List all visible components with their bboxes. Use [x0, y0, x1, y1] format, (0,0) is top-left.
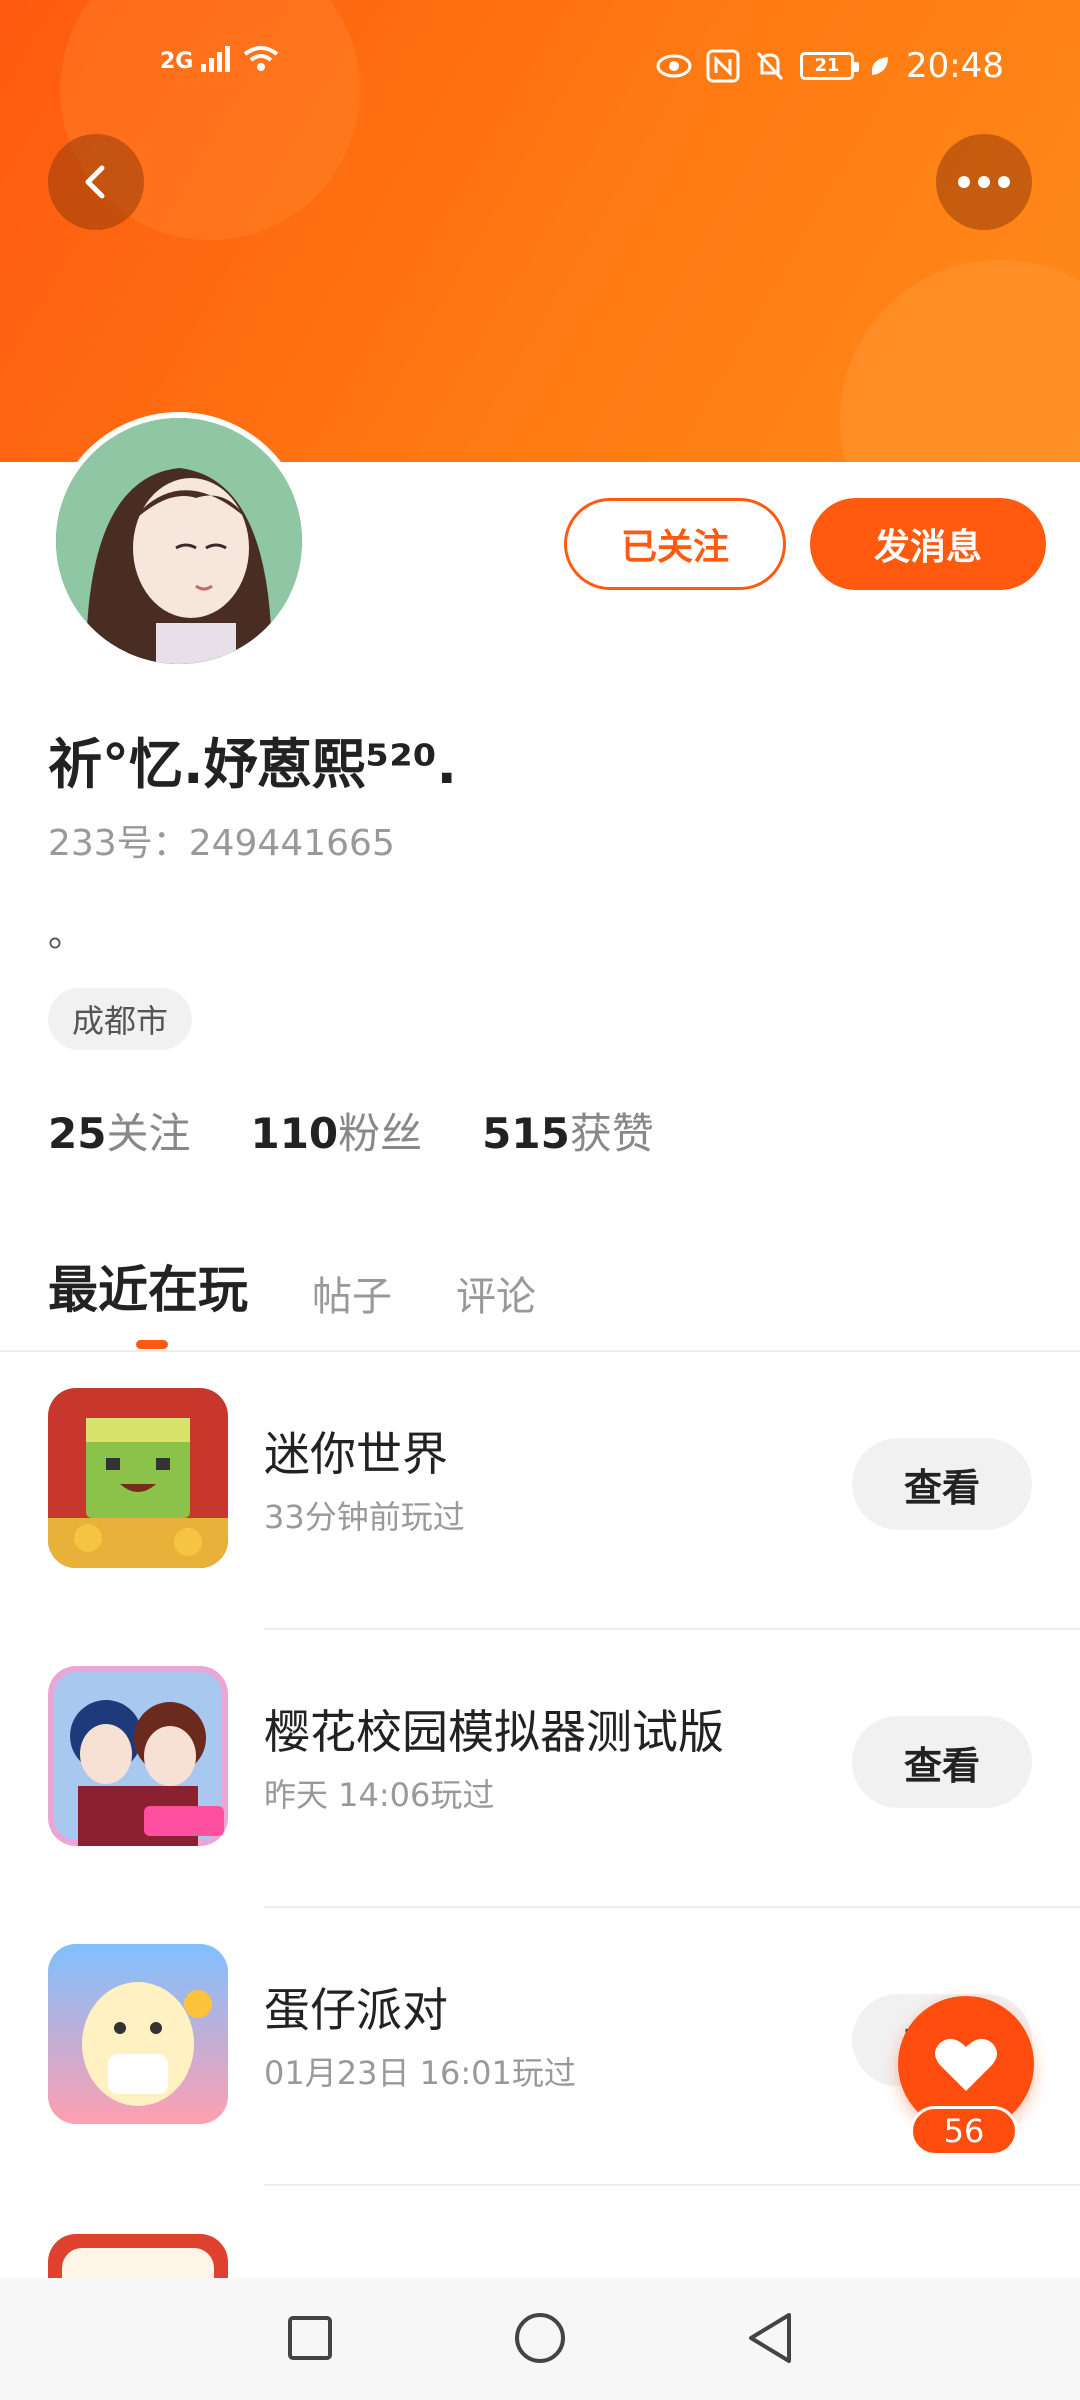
stat-likes[interactable]: 515获赞 [482, 1100, 654, 1161]
status-bar: 2G 21 20:48 [0, 0, 1080, 130]
clock: 20:48 [906, 46, 1004, 86]
send-message-button[interactable]: 发消息 [810, 498, 1046, 590]
network-type: 2G [160, 49, 194, 74]
game-title: 迷你世界 [264, 1427, 448, 1481]
game-icon [48, 2234, 228, 2278]
signal-icon [201, 46, 231, 72]
eye-icon [656, 54, 692, 78]
profile-tabs: 最近在玩 帖子 评论 [48, 1250, 536, 1322]
tab-recently-played[interactable]: 最近在玩 [48, 1250, 248, 1322]
recents-button[interactable] [274, 2302, 346, 2374]
like-count-badge: 56 [910, 2106, 1018, 2156]
stat-followers[interactable]: 110粉丝 [250, 1100, 422, 1161]
stat-following[interactable]: 25关注 [48, 1100, 190, 1161]
nfc-icon [706, 49, 740, 83]
heart-icon [935, 2038, 997, 2091]
profile-nickname: 祈°忆.妤蒽熙⁵²⁰. [48, 733, 457, 796]
back-nav-button[interactable] [734, 2302, 806, 2374]
game-list-item[interactable]: 迷你世界 33分钟前玩过 查看 [0, 1352, 1080, 1630]
back-button[interactable] [48, 134, 144, 230]
game-title: 樱花校园模拟器测试版 [264, 1705, 724, 1759]
signal-group: 2G [160, 44, 281, 74]
game-icon-sakura-school [48, 1666, 228, 1846]
followed-button[interactable]: 已关注 [564, 498, 786, 590]
more-button[interactable] [936, 134, 1032, 230]
stat-label: 获赞 [569, 1109, 654, 1158]
stat-value: 110 [250, 1109, 339, 1158]
game-last-played: 昨天 14:06玩过 [264, 1776, 495, 1814]
sakura-school-icon [48, 1666, 228, 1846]
battery-icon: 21 [800, 52, 860, 80]
more-dots-icon [958, 176, 1010, 188]
home-button[interactable] [504, 2302, 576, 2374]
eggy-party-icon [48, 1944, 228, 2124]
avatar-illustration [56, 418, 302, 664]
mute-bell-icon [756, 51, 784, 81]
stat-value: 515 [482, 1109, 570, 1158]
triangle-back-icon [749, 2313, 791, 2363]
active-tab-indicator [136, 1340, 168, 1349]
view-game-button[interactable]: 查看 [852, 1438, 1032, 1530]
stat-label: 关注 [106, 1109, 191, 1158]
stat-value: 25 [48, 1109, 107, 1158]
system-navigation-bar [0, 2278, 1080, 2400]
game-list-item-partial[interactable] [0, 2186, 1080, 2278]
game-last-played: 33分钟前玩过 [264, 1498, 465, 1536]
stat-label: 粉丝 [338, 1109, 423, 1158]
uid-value: 249441665 [188, 823, 395, 864]
chevron-left-icon [85, 165, 105, 199]
game-icon-mini-world [48, 1388, 228, 1568]
location-tag: 成都市 [48, 988, 193, 1050]
avatar-image [56, 418, 302, 664]
status-icons: 21 20:48 [656, 46, 1004, 86]
game-list-item[interactable]: 樱花校园模拟器测试版 昨天 14:06玩过 查看 [0, 1630, 1080, 1908]
view-game-button[interactable]: 查看 [852, 1716, 1032, 1808]
game-icon-eggy-party [48, 1944, 228, 2124]
tab-posts[interactable]: 帖子 [312, 1264, 392, 1322]
game-last-played: 01月23日 16:01玩过 [264, 2054, 576, 2092]
circle-icon [515, 2313, 565, 2363]
game-icon-image [48, 2234, 228, 2278]
uid-label: 233号： [48, 823, 189, 864]
game-title: 蛋仔派对 [264, 1983, 448, 2037]
profile-stats: 25关注 110粉丝 515获赞 [48, 1100, 654, 1161]
leaf-icon [871, 57, 889, 75]
profile-uid: 233号：249441665 [48, 814, 395, 866]
tab-comments[interactable]: 评论 [456, 1264, 536, 1322]
profile-bio: 。 [48, 914, 85, 955]
square-icon [288, 2316, 332, 2360]
mini-world-icon [48, 1388, 228, 1568]
avatar[interactable] [50, 412, 308, 670]
wifi-icon [244, 46, 279, 71]
banner-decoration [840, 260, 1080, 462]
